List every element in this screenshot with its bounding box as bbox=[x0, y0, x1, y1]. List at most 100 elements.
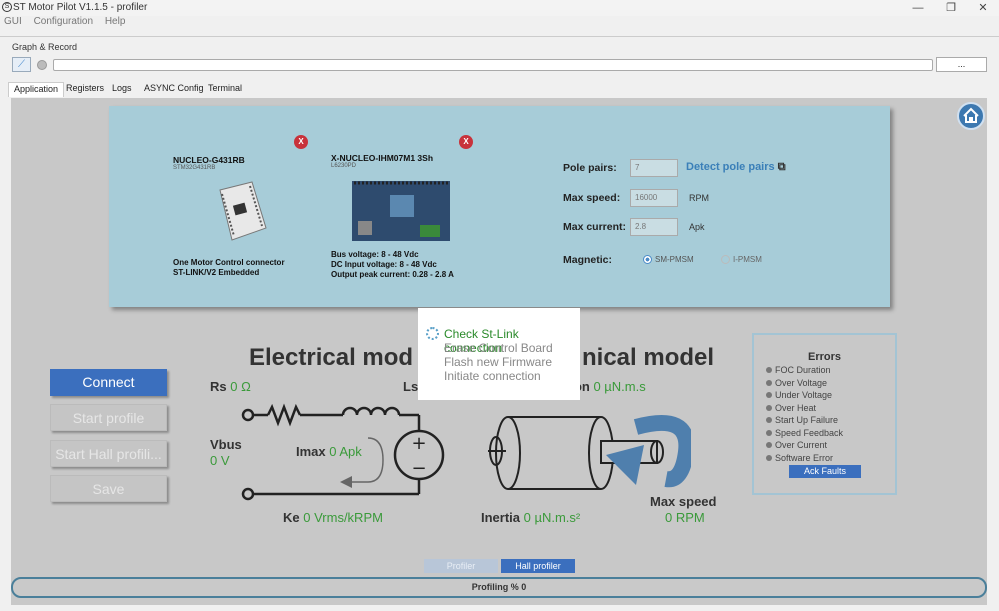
error-indicator bbox=[766, 429, 772, 436]
max-speed-input[interactable]: 16000 bbox=[630, 189, 678, 207]
sm-pmsm-label: SM-PMSM bbox=[655, 255, 694, 264]
control-board-desc-2: ST-LINK/V2 Embedded bbox=[173, 268, 260, 277]
external-link-icon: ⧉ bbox=[777, 161, 786, 173]
error-indicator bbox=[766, 417, 772, 423]
ihm07m1-board-image bbox=[350, 177, 452, 245]
power-board-desc-3: Output peak current: 0.28 - 2.8 A bbox=[331, 270, 454, 279]
rs-label: Rs bbox=[210, 379, 227, 394]
ke-value: 0 Vrms/kRPM bbox=[303, 510, 383, 525]
error-indicator bbox=[766, 442, 772, 448]
connect-button[interactable]: Connect bbox=[50, 369, 167, 396]
menu-gui[interactable]: GUI bbox=[4, 16, 22, 27]
max-current-label: Max current: bbox=[563, 221, 627, 233]
tab-logs[interactable]: Logs bbox=[107, 82, 137, 97]
errors-list: FOC Duration Over Voltage Under Voltage … bbox=[754, 365, 895, 465]
error-indicator bbox=[766, 404, 772, 411]
record-icon[interactable] bbox=[37, 60, 47, 70]
error-indicator bbox=[766, 379, 772, 386]
max-current-unit: Apk bbox=[689, 222, 705, 232]
start-profile-button[interactable]: Start profile bbox=[50, 404, 167, 431]
connection-progress-popup: Check St-Link connection Erase Control B… bbox=[418, 308, 580, 400]
menu-configuration[interactable]: Configuration bbox=[34, 16, 93, 27]
error-item: Under Voltage bbox=[766, 390, 895, 403]
pole-pairs-input[interactable]: 7 bbox=[630, 159, 678, 177]
inertia-value: 0 µN.m.s² bbox=[523, 510, 581, 525]
close-button[interactable]: ✕ bbox=[968, 0, 998, 16]
control-board-name: NUCLEO-G431RB bbox=[173, 155, 245, 165]
i-pmsm-label: I-PMSM bbox=[733, 255, 762, 264]
title-bar: S ST Motor Pilot V1.1.5 - profiler — ❐ ✕ bbox=[0, 0, 999, 16]
minimize-button[interactable]: — bbox=[903, 0, 933, 16]
error-label: Software Error bbox=[775, 452, 834, 463]
maximize-button[interactable]: ❐ bbox=[936, 0, 966, 16]
start-hall-profile-button[interactable]: Start Hall profili... bbox=[50, 440, 167, 467]
vbus-param: 0 V bbox=[210, 453, 230, 468]
error-label: Over Voltage bbox=[775, 377, 828, 388]
power-board-name: X-NUCLEO-IHM07M1 3Sh bbox=[331, 153, 434, 163]
error-item: FOC Duration bbox=[766, 365, 895, 378]
home-icon[interactable] bbox=[957, 102, 985, 130]
tab-registers[interactable]: Registers bbox=[61, 82, 109, 97]
error-item: Over Heat bbox=[766, 403, 895, 416]
vbus-value: 0 V bbox=[210, 453, 230, 468]
control-board-chip: STM32G431RB bbox=[173, 165, 216, 171]
profiler-tab-button[interactable]: Profiler bbox=[424, 559, 498, 573]
mechanical-model-title: nical model bbox=[582, 344, 715, 371]
max-speed-label: Max speed: bbox=[563, 192, 621, 204]
power-board-chip: L6230PD bbox=[331, 163, 357, 169]
ls-label: Ls bbox=[403, 379, 419, 394]
error-indicator bbox=[766, 367, 772, 373]
electrical-model-title: Electrical mod bbox=[249, 344, 414, 371]
error-item: Speed Feedback bbox=[766, 428, 895, 441]
menu-bar: GUI Configuration Help bbox=[0, 16, 999, 32]
magnetic-label: Magnetic: bbox=[563, 254, 613, 266]
error-label: Under Voltage bbox=[775, 390, 833, 400]
power-board-desc-1: Bus voltage: 8 - 48 Vdc bbox=[331, 250, 419, 259]
error-item: Over Current bbox=[766, 440, 895, 453]
error-item: Over Voltage bbox=[766, 378, 895, 391]
hall-profiler-tab-button[interactable]: Hall profiler bbox=[501, 559, 575, 573]
detect-pole-pairs-link[interactable]: Detect pole pairs ⧉ bbox=[686, 161, 786, 174]
spinner-icon bbox=[426, 327, 439, 340]
step-flash-firmware: Flash new Firmware bbox=[444, 355, 553, 369]
max-speed-unit: RPM bbox=[689, 193, 709, 203]
menu-help[interactable]: Help bbox=[105, 16, 126, 27]
save-button[interactable]: Save bbox=[50, 475, 167, 502]
detect-pole-pairs-label: Detect pole pairs bbox=[686, 161, 775, 173]
max-current-input[interactable]: 2.8 bbox=[630, 218, 678, 236]
app-icon: S bbox=[2, 2, 12, 12]
friction-value: 0 µN.m.s bbox=[593, 379, 646, 394]
browse-button[interactable]: ... bbox=[936, 57, 987, 72]
i-pmsm-radio[interactable] bbox=[721, 255, 730, 264]
ke-label: Ke bbox=[283, 510, 300, 525]
tab-terminal[interactable]: Terminal bbox=[203, 82, 247, 97]
rs-param: Rs 0 Ω bbox=[210, 379, 251, 394]
tab-application[interactable]: Application bbox=[8, 82, 65, 97]
rs-value: 0 Ω bbox=[230, 379, 251, 394]
graph-record-label: Graph & Record bbox=[12, 42, 78, 52]
power-board-desc-2: DC Input voltage: 8 - 48 Vdc bbox=[331, 260, 437, 269]
window-title: ST Motor Pilot V1.1.5 - profiler bbox=[13, 2, 148, 13]
step-initiate-connection: Initiate connection bbox=[444, 369, 541, 383]
tab-async-config[interactable]: ASYNC Config bbox=[139, 82, 209, 97]
ack-faults-button[interactable]: Ack Faults bbox=[789, 465, 861, 478]
profiling-progress: Profiling % 0 bbox=[11, 577, 987, 598]
error-label: Over Heat bbox=[775, 402, 817, 413]
error-item: Software Error bbox=[766, 453, 895, 466]
popup-steps: Check St-Link connection Erase Control B… bbox=[444, 327, 580, 383]
ke-param: Ke 0 Vrms/kRPM bbox=[283, 510, 383, 525]
errors-title: Errors bbox=[807, 351, 842, 363]
nucleo-board-image bbox=[212, 180, 268, 244]
divider bbox=[0, 36, 999, 37]
error-label: Speed Feedback bbox=[775, 427, 844, 438]
graph-icon[interactable]: ⟋ bbox=[12, 57, 31, 72]
control-board-desc-1: One Motor Control connector bbox=[173, 258, 285, 267]
sm-pmsm-radio[interactable] bbox=[643, 255, 652, 264]
step-erase-board: Erase Control Board bbox=[444, 341, 553, 355]
inertia-label: Inertia bbox=[481, 510, 521, 525]
error-indicator bbox=[766, 392, 772, 398]
record-path-input[interactable] bbox=[53, 59, 933, 71]
remove-power-board-button[interactable]: X bbox=[459, 135, 473, 149]
remove-control-board-button[interactable]: X bbox=[294, 135, 308, 149]
motor-diagram bbox=[488, 414, 691, 490]
